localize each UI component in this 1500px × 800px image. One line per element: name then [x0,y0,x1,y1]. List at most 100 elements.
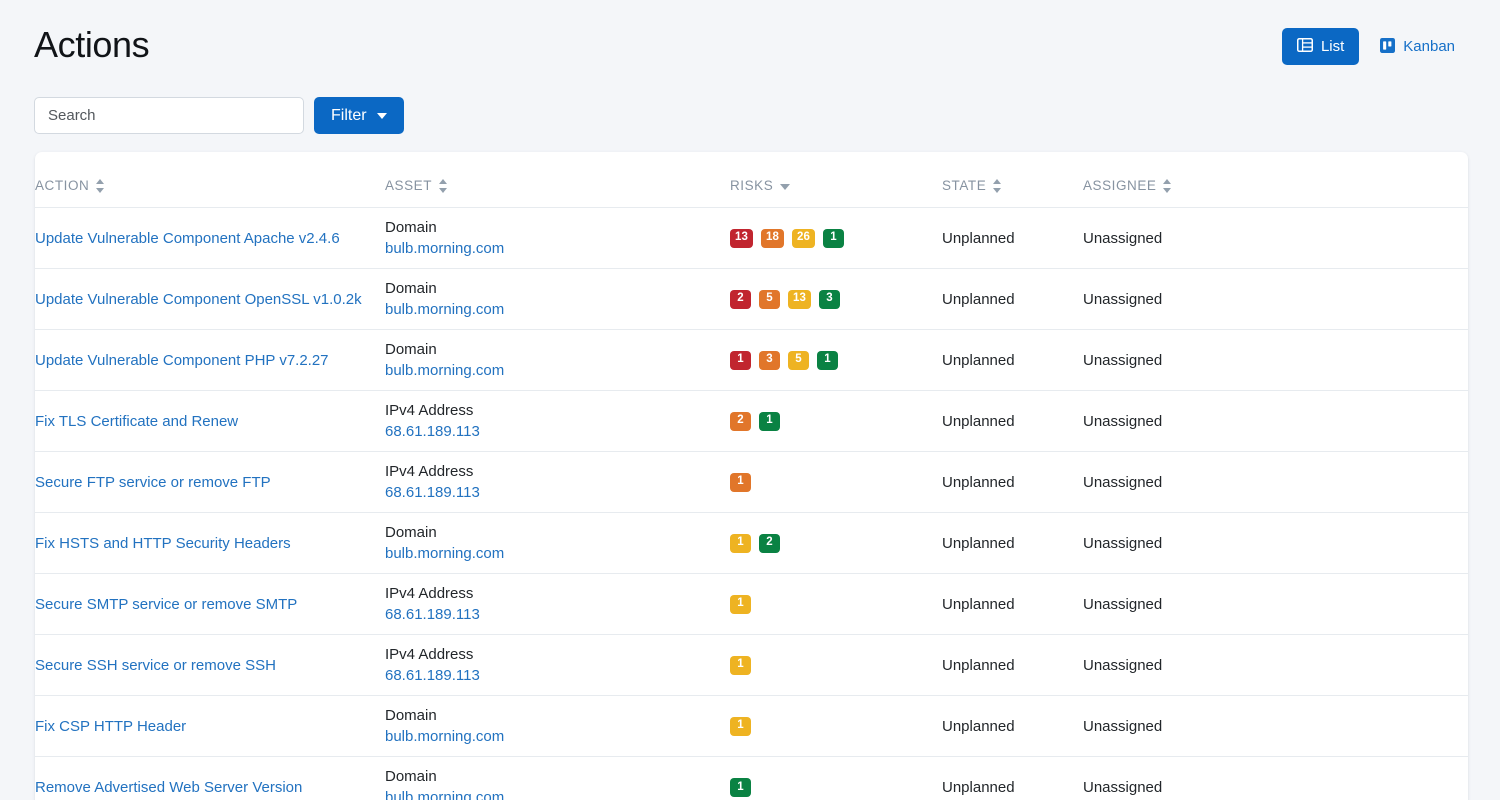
sort-both-icon [993,178,1002,193]
table-row[interactable]: Fix HSTS and HTTP Security Headers Domain… [35,513,1468,574]
risk-badge-high[interactable]: 2 [730,411,751,431]
risk-badge-low[interactable]: 1 [823,228,844,248]
view-toggle-list-label: List [1320,38,1345,55]
cell-assignee: Unassigned [1083,757,1468,800]
asset-link[interactable]: bulb.morning.com [385,238,730,259]
action-link[interactable]: Update Vulnerable Component OpenSSL v1.0… [35,291,362,308]
column-header-state[interactable]: STATE [942,152,1083,208]
column-header-risks-label: RISKS [730,178,774,193]
page-header: Actions List Kanban [0,0,1500,90]
cell-risks: 1 [730,452,942,513]
risk-badge-low[interactable]: 1 [817,350,838,370]
risk-badge-high[interactable]: 1 [730,472,751,492]
view-toggle-group: List Kanban [1281,28,1470,65]
cell-risks: 2 5 13 3 [730,269,942,330]
risk-badge-medium[interactable]: 1 [730,655,751,675]
column-header-asset[interactable]: ASSET [385,152,730,208]
assignee-value: Unassigned [1083,229,1163,247]
column-header-action[interactable]: ACTION [35,152,385,208]
table-row[interactable]: Secure SMTP service or remove SMTP IPv4 A… [35,574,1468,635]
asset-link[interactable]: 68.61.189.113 [385,482,730,503]
sort-both-icon [96,178,105,193]
asset-type-label: Domain [385,341,437,358]
table-row[interactable]: Remove Advertised Web Server Version Doma… [35,757,1468,800]
filter-button[interactable]: Filter [314,97,404,134]
cell-action: Secure SSH service or remove SSH [35,635,385,696]
risk-badge-critical[interactable]: 1 [730,350,751,370]
risk-badge-group: 1 [730,777,942,797]
action-link[interactable]: Update Vulnerable Component PHP v7.2.27 [35,352,329,369]
cell-risks: 1 [730,757,942,800]
asset-link[interactable]: 68.61.189.113 [385,604,730,625]
risk-badge-high[interactable]: 5 [759,289,780,309]
risk-badge-medium[interactable]: 5 [788,350,809,370]
assignee-value: Unassigned [1083,595,1163,613]
cell-assignee: Unassigned [1083,269,1468,330]
asset-link[interactable]: bulb.morning.com [385,543,730,564]
action-link[interactable]: Remove Advertised Web Server Version [35,779,302,796]
risk-badge-medium[interactable]: 13 [788,289,811,309]
risk-badge-medium[interactable]: 1 [730,594,751,614]
action-link[interactable]: Update Vulnerable Component Apache v2.4.… [35,230,340,247]
risk-badge-medium[interactable]: 1 [730,716,751,736]
cell-assignee: Unassigned [1083,635,1468,696]
action-link[interactable]: Secure SSH service or remove SSH [35,657,276,674]
risk-badge-critical[interactable]: 13 [730,228,753,248]
state-value: Unplanned [942,656,1015,674]
risk-badge-low[interactable]: 1 [759,411,780,431]
risk-badge-group: 1 [730,472,942,492]
column-header-risks[interactable]: RISKS [730,152,942,208]
risk-badge-low[interactable]: 3 [819,289,840,309]
risk-badge-critical[interactable]: 2 [730,289,751,309]
cell-asset: Domain bulb.morning.com [385,269,730,330]
cell-asset: Domain bulb.morning.com [385,696,730,757]
cell-state: Unplanned [942,635,1083,696]
asset-type-label: Domain [385,280,437,297]
kanban-icon [1380,37,1396,56]
toolbar: Filter [34,97,404,134]
risk-badge-group: 1 [730,716,942,736]
asset-link[interactable]: bulb.morning.com [385,726,730,747]
filter-button-label: Filter [331,106,367,124]
table-row[interactable]: Update Vulnerable Component PHP v7.2.27 D… [35,330,1468,391]
actions-page: Actions List Kanban Search Filter ACTION… [0,0,1500,800]
view-toggle-kanban[interactable]: Kanban [1365,28,1470,65]
assignee-value: Unassigned [1083,290,1163,308]
table-row[interactable]: Fix TLS Certificate and Renew IPv4 Addres… [35,391,1468,452]
state-value: Unplanned [942,717,1015,735]
state-value: Unplanned [942,290,1015,308]
cell-asset: Domain bulb.morning.com [385,513,730,574]
state-value: Unplanned [942,778,1015,796]
action-link[interactable]: Secure SMTP service or remove SMTP [35,596,297,613]
action-link[interactable]: Fix TLS Certificate and Renew [35,413,238,430]
risk-badge-low[interactable]: 1 [730,777,751,797]
cell-risks: 1 [730,635,942,696]
asset-link[interactable]: 68.61.189.113 [385,421,730,442]
risk-badge-high[interactable]: 18 [761,228,784,248]
risk-badge-low[interactable]: 2 [759,533,780,553]
action-link[interactable]: Fix CSP HTTP Header [35,718,186,735]
column-header-assignee[interactable]: ASSIGNEE [1083,152,1468,208]
risk-badge-high[interactable]: 3 [759,350,780,370]
asset-type-label: IPv4 Address [385,646,474,663]
assignee-value: Unassigned [1083,717,1163,735]
action-link[interactable]: Secure FTP service or remove FTP [35,474,271,491]
risk-badge-medium[interactable]: 1 [730,533,751,553]
risk-badge-group: 12 [730,533,942,553]
view-toggle-kanban-label: Kanban [1403,38,1455,55]
asset-link[interactable]: 68.61.189.113 [385,665,730,686]
view-toggle-list[interactable]: List [1281,28,1360,65]
search-input[interactable] [34,97,304,134]
table-row[interactable]: Fix CSP HTTP Header Domain bulb.morning.co… [35,696,1468,757]
table-row[interactable]: Update Vulnerable Component OpenSSL v1.0… [35,269,1468,330]
table-row[interactable]: Secure FTP service or remove FTP IPv4 Add… [35,452,1468,513]
action-link[interactable]: Fix HSTS and HTTP Security Headers [35,535,291,552]
column-header-action-label: ACTION [35,178,90,193]
asset-link[interactable]: bulb.morning.com [385,787,730,800]
cell-risks: 21 [730,391,942,452]
risk-badge-medium[interactable]: 26 [792,228,815,248]
asset-link[interactable]: bulb.morning.com [385,299,730,320]
asset-link[interactable]: bulb.morning.com [385,360,730,381]
table-row[interactable]: Secure SSH service or remove SSH IPv4 Add… [35,635,1468,696]
table-row[interactable]: Update Vulnerable Component Apache v2.4.… [35,208,1468,269]
